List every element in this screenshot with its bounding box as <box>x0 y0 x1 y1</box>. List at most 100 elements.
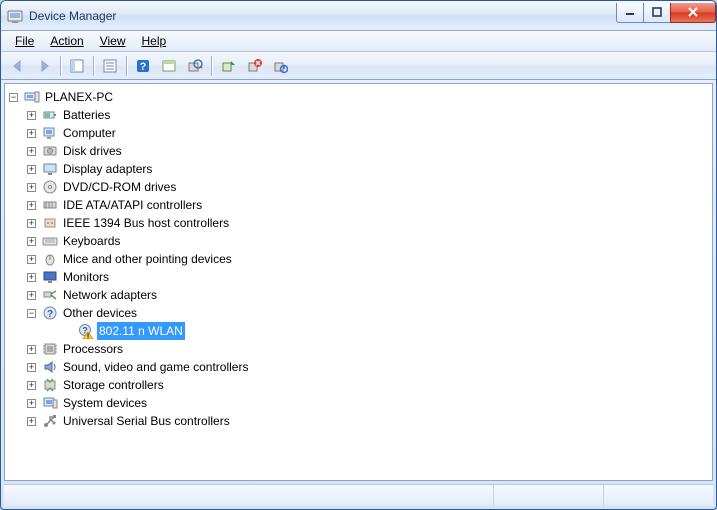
cpu-icon <box>42 341 58 357</box>
battery-icon <box>42 107 58 123</box>
toolbar-separator <box>126 56 127 76</box>
app-icon <box>7 8 23 24</box>
tree-category[interactable]: −?Other devices <box>7 304 710 322</box>
tree-item-label[interactable]: Storage controllers <box>61 376 166 394</box>
tree-category[interactable]: + Universal Serial Bus controllers <box>7 412 710 430</box>
tree-category[interactable]: + DVD/CD-ROM drives <box>7 178 710 196</box>
tree-category[interactable]: + Mice and other pointing devices <box>7 250 710 268</box>
tree-item-label[interactable]: DVD/CD-ROM drives <box>61 178 178 196</box>
update-driver-button[interactable] <box>216 54 240 78</box>
tree-item-label[interactable]: 802.11 n WLAN <box>97 322 185 340</box>
tree-category[interactable]: + Disk drives <box>7 142 710 160</box>
titlebar[interactable]: Device Manager <box>1 1 716 31</box>
menu-file[interactable]: File <box>7 32 42 50</box>
tree-category[interactable]: + IDE ATA/ATAPI controllers <box>7 196 710 214</box>
toolbar: ? <box>1 52 716 80</box>
monitor-icon <box>42 269 58 285</box>
storage-icon <box>42 377 58 393</box>
tree-item-label[interactable]: PLANEX-PC <box>43 88 115 106</box>
tree-category[interactable]: + Processors <box>7 340 710 358</box>
statusbar <box>4 484 713 506</box>
show-hide-console-tree-button[interactable] <box>65 54 89 78</box>
tree-category[interactable]: + Keyboards <box>7 232 710 250</box>
svg-text:!: ! <box>87 334 89 340</box>
toolbar-separator <box>211 56 212 76</box>
tree-item-label[interactable]: Other devices <box>61 304 139 322</box>
tree-item-label[interactable]: Display adapters <box>61 160 154 178</box>
tree-item-label[interactable]: IEEE 1394 Bus host controllers <box>61 214 231 232</box>
back-button[interactable] <box>6 54 30 78</box>
expand-icon[interactable]: + <box>27 273 36 282</box>
window-title: Device Manager <box>29 9 617 23</box>
tree-category[interactable]: + Storage controllers <box>7 376 710 394</box>
status-cell <box>603 485 713 506</box>
tree-item-label[interactable]: Monitors <box>61 268 111 286</box>
menu-help[interactable]: Help <box>134 32 175 50</box>
menu-action[interactable]: Action <box>42 32 91 50</box>
expand-icon[interactable]: + <box>27 111 36 120</box>
expand-icon[interactable]: + <box>27 291 36 300</box>
tree-item-label[interactable]: IDE ATA/ATAPI controllers <box>61 196 204 214</box>
expand-icon[interactable]: + <box>27 183 36 192</box>
expand-icon[interactable]: + <box>27 165 36 174</box>
tree-category[interactable]: + Computer <box>7 124 710 142</box>
tree-item-label[interactable]: Batteries <box>61 106 112 124</box>
tree-category[interactable]: + Display adapters <box>7 160 710 178</box>
sound-icon <box>42 359 58 375</box>
status-cell <box>4 485 493 506</box>
tree-item-label[interactable]: Universal Serial Bus controllers <box>61 412 232 430</box>
action-list-button[interactable] <box>157 54 181 78</box>
tree-item-label[interactable]: Disk drives <box>61 142 124 160</box>
tree-item-label[interactable]: Computer <box>61 124 118 142</box>
close-button[interactable] <box>670 3 716 23</box>
expand-icon[interactable]: + <box>27 147 36 156</box>
tree-item-label[interactable]: System devices <box>61 394 149 412</box>
tree-device[interactable]: ?!802.11 n WLAN <box>7 322 710 340</box>
tree-category[interactable]: + IEEE 1394 Bus host controllers <box>7 214 710 232</box>
tree-category[interactable]: + Network adapters <box>7 286 710 304</box>
expand-icon[interactable]: + <box>27 201 36 210</box>
help-button[interactable]: ? <box>131 54 155 78</box>
menubar: File Action View Help <box>1 31 716 52</box>
collapse-icon[interactable]: − <box>9 93 18 102</box>
window-buttons <box>617 3 716 23</box>
1394-icon <box>42 215 58 231</box>
expand-icon[interactable]: + <box>27 417 36 426</box>
tree-item-label[interactable]: Keyboards <box>61 232 122 250</box>
collapse-icon[interactable]: − <box>27 309 36 318</box>
minimize-button[interactable] <box>616 3 644 23</box>
tree-item-label[interactable]: Network adapters <box>61 286 159 304</box>
tree-category[interactable]: + Batteries <box>7 106 710 124</box>
menu-view[interactable]: View <box>92 32 134 50</box>
mouse-icon <box>42 251 58 267</box>
unknown-icon: ? <box>42 305 58 321</box>
expand-icon[interactable]: + <box>27 237 36 246</box>
scan-hardware-button[interactable] <box>183 54 207 78</box>
tree-view[interactable]: − PLANEX-PC + Batteries + Computer + Disk drive… <box>4 83 713 481</box>
tree-category[interactable]: + System devices <box>7 394 710 412</box>
ide-icon <box>42 197 58 213</box>
forward-button[interactable] <box>32 54 56 78</box>
expand-icon[interactable]: + <box>27 381 36 390</box>
properties-button[interactable] <box>98 54 122 78</box>
expand-icon[interactable]: + <box>27 255 36 264</box>
expand-icon[interactable]: + <box>27 399 36 408</box>
tree-item-label[interactable]: Sound, video and game controllers <box>61 358 250 376</box>
disable-button[interactable] <box>268 54 292 78</box>
maximize-button[interactable] <box>643 3 671 23</box>
expand-icon[interactable]: + <box>27 129 36 138</box>
tree-item-label[interactable]: Processors <box>61 340 125 358</box>
tree-root[interactable]: − PLANEX-PC <box>7 88 710 106</box>
disk-icon <box>42 143 58 159</box>
tree-category[interactable]: + Monitors <box>7 268 710 286</box>
computer-icon <box>42 125 58 141</box>
uninstall-button[interactable] <box>242 54 266 78</box>
expand-icon[interactable]: + <box>27 219 36 228</box>
tree-item-label[interactable]: Mice and other pointing devices <box>61 250 234 268</box>
tree-category[interactable]: + Sound, video and game controllers <box>7 358 710 376</box>
keyboard-icon <box>42 233 58 249</box>
computer-root-icon <box>24 89 40 105</box>
network-icon <box>42 287 58 303</box>
expand-icon[interactable]: + <box>27 345 36 354</box>
expand-icon[interactable]: + <box>27 363 36 372</box>
